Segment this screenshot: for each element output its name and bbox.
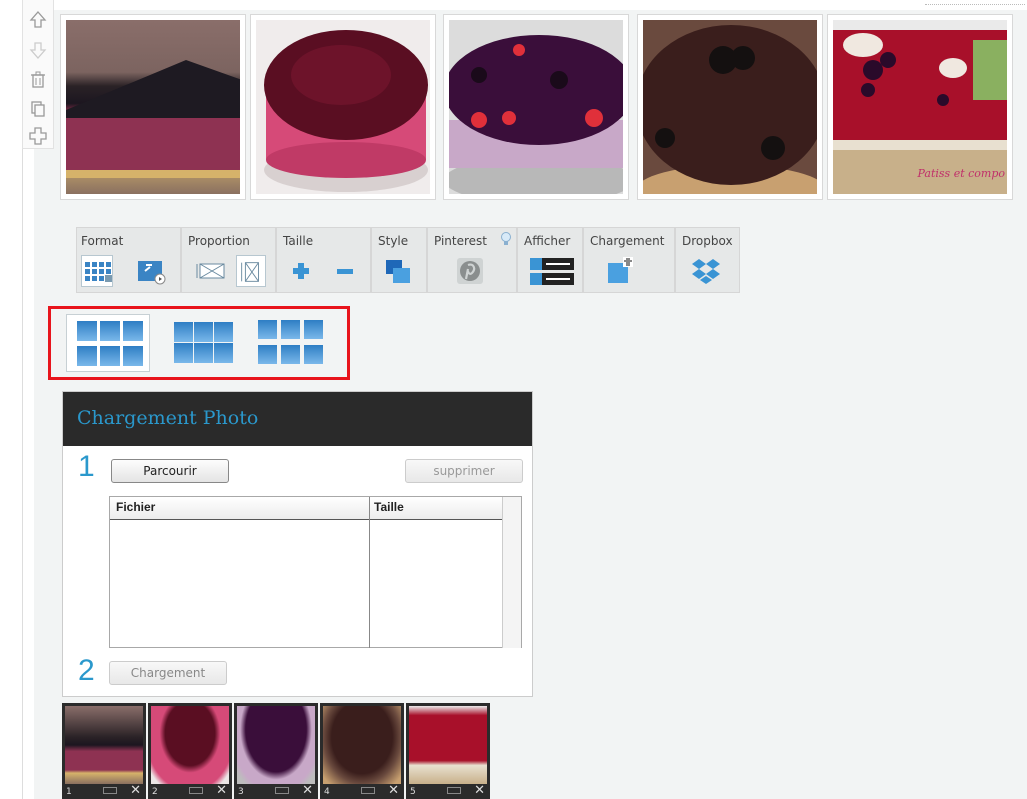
file-column-header[interactable]: Fichier: [116, 500, 155, 514]
portrait-proportion-button[interactable]: [236, 255, 266, 287]
thumbnail-number: 3: [238, 787, 244, 797]
browse-button[interactable]: Parcourir: [111, 459, 229, 483]
grid-format-button[interactable]: [81, 255, 113, 287]
left-rail: [0, 0, 23, 799]
thumbnail-number: 2: [152, 787, 158, 797]
step-2-number: 2: [78, 654, 95, 687]
dotted-divider: [925, 4, 1025, 6]
landscape-proportion-button[interactable]: [194, 255, 230, 287]
close-icon[interactable]: ✕: [130, 783, 141, 798]
thumbnail-toggle-icon[interactable]: [361, 787, 375, 794]
help-bulb-icon[interactable]: [500, 231, 512, 247]
pinterest-label: Pinterest: [434, 234, 488, 248]
photo-caption: Patiss et compo: [917, 167, 1006, 180]
thumbnail-toggle-icon[interactable]: [447, 787, 461, 794]
thumbnail-toggle-icon[interactable]: [103, 787, 117, 794]
thumbnail-1[interactable]: 1 ✕: [62, 703, 146, 799]
upload-group: Chargement: [583, 227, 675, 293]
upload-panel: Chargement Photo 1 Parcourir supprimer F…: [62, 391, 533, 697]
photo-2[interactable]: [250, 14, 436, 200]
thumbnail-3[interactable]: 3 ✕: [234, 703, 318, 799]
style-label: Style: [378, 234, 409, 248]
column-divider: [369, 497, 370, 648]
format-group: Format: [76, 227, 181, 293]
thumbnail-toggle-icon[interactable]: [189, 787, 203, 794]
close-icon[interactable]: ✕: [474, 783, 485, 798]
thumbnail-4[interactable]: 4 ✕: [320, 703, 404, 799]
thumbnail-5[interactable]: 5 ✕: [406, 703, 490, 799]
upload-button[interactable]: Chargement: [109, 661, 227, 685]
size-decrease-button[interactable]: [329, 255, 361, 287]
display-button[interactable]: [528, 255, 576, 287]
close-icon[interactable]: ✕: [388, 783, 399, 798]
photo-3[interactable]: [443, 14, 629, 200]
arrow-up-icon[interactable]: [28, 10, 48, 30]
grid-tight-option[interactable]: [156, 314, 240, 372]
trash-icon[interactable]: [28, 70, 48, 90]
file-table: Fichier Taille: [109, 496, 522, 648]
style-button[interactable]: [382, 255, 414, 287]
size-label: Taille: [283, 234, 314, 248]
proportion-group: Proportion: [181, 227, 276, 293]
proportion-label: Proportion: [188, 234, 250, 248]
upload-label: Chargement: [590, 234, 665, 248]
slideshow-format-button[interactable]: [135, 255, 167, 287]
thumbnail-number: 5: [410, 787, 416, 797]
size-column-header[interactable]: Taille: [374, 500, 404, 514]
dropbox-button[interactable]: [690, 255, 722, 287]
size-increase-button[interactable]: [285, 255, 317, 287]
grid-3x2-option[interactable]: [66, 314, 150, 372]
arrow-down-icon[interactable]: [28, 40, 48, 60]
pinterest-group: Pinterest: [427, 227, 517, 293]
close-icon[interactable]: ✕: [216, 783, 227, 798]
thumbnail-number: 4: [324, 787, 330, 797]
thumbnail-number: 1: [66, 787, 72, 797]
format-options: [48, 306, 350, 380]
style-group: Style: [371, 227, 427, 293]
pinterest-button[interactable]: [454, 255, 486, 287]
thumbnail-2[interactable]: 2 ✕: [148, 703, 232, 799]
display-group: Afficher: [517, 227, 583, 293]
side-toolbar: [22, 0, 54, 149]
photo-5[interactable]: Patiss et compo: [827, 14, 1013, 200]
format-label: Format: [81, 234, 124, 248]
upload-panel-title: Chargement Photo: [77, 407, 259, 429]
copy-icon[interactable]: [28, 98, 48, 118]
display-label: Afficher: [524, 234, 571, 248]
dropbox-label: Dropbox: [682, 234, 733, 248]
delete-button[interactable]: supprimer: [405, 459, 523, 483]
thumbnail-toggle-icon[interactable]: [275, 787, 289, 794]
file-table-header: Fichier Taille: [110, 497, 502, 520]
dropbox-group: Dropbox: [675, 227, 740, 293]
add-icon[interactable]: [28, 126, 48, 146]
photo-4[interactable]: [637, 14, 823, 200]
photo-1[interactable]: [60, 14, 246, 200]
step-1-number: 1: [78, 450, 95, 483]
size-group: Taille: [276, 227, 371, 293]
upload-panel-header: Chargement Photo: [63, 392, 532, 446]
grid-spaced-option[interactable]: [246, 314, 330, 372]
file-table-scrollbar[interactable]: [502, 497, 521, 648]
add-image-button[interactable]: [604, 255, 636, 287]
close-icon[interactable]: ✕: [302, 783, 313, 798]
